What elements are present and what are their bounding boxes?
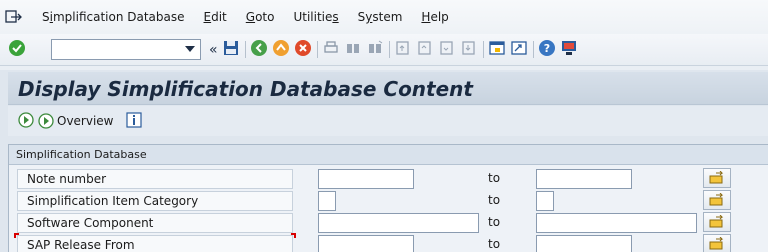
svg-text:?: ? [543, 42, 549, 55]
software-component-to-input[interactable] [536, 213, 697, 233]
required-marker [291, 233, 296, 238]
release-to-input[interactable] [536, 235, 632, 252]
find-next-icon[interactable] [366, 39, 384, 60]
overview-label: Overview [57, 114, 114, 128]
info-icon[interactable] [125, 111, 142, 131]
to-label: to [488, 237, 501, 251]
menu-bar: Simplification Database Edit Goto Utilit… [0, 0, 768, 34]
field-label: Note number [17, 169, 293, 189]
separator [532, 41, 534, 58]
customize-layout-icon[interactable] [560, 39, 578, 60]
to-label: to [488, 171, 501, 185]
overview-button[interactable]: Overview [38, 113, 114, 129]
multiple-selection-icon [709, 215, 724, 228]
field-label: SAP Release From [17, 235, 293, 252]
field-label: Software Component [17, 213, 293, 233]
system-toolbar: « ? [0, 34, 768, 66]
multiple-selection-button[interactable] [703, 168, 731, 188]
exit-menu-icon[interactable] [5, 10, 23, 24]
multiple-selection-button[interactable] [703, 234, 731, 252]
execute-overview-icon [38, 113, 54, 129]
item-category-to-input[interactable] [536, 191, 554, 211]
software-component-from-input[interactable] [318, 213, 479, 233]
chevron-down-icon[interactable] [185, 46, 195, 52]
note-number-from-input[interactable] [318, 169, 414, 189]
print-icon[interactable] [322, 39, 340, 60]
field-label: Simplification Item Category [17, 191, 293, 211]
multiple-selection-icon [709, 193, 724, 206]
separator [388, 41, 390, 58]
command-field[interactable] [51, 39, 201, 60]
multiple-selection-icon [709, 237, 724, 250]
to-label: to [488, 215, 501, 229]
required-marker [14, 233, 19, 238]
separator [482, 41, 484, 58]
release-from-input[interactable] [318, 235, 414, 252]
criteria-row-simplification-item-category: Simplification Item Category to [9, 190, 768, 213]
next-page-icon[interactable] [438, 39, 456, 60]
group-title: Simplification Database [9, 145, 768, 165]
back-icon[interactable] [250, 39, 268, 60]
multiple-selection-button[interactable] [703, 190, 731, 210]
application-toolbar: Overview [8, 106, 768, 136]
execute-icon[interactable] [18, 111, 34, 131]
menu-simplification-database[interactable]: Simplification Database [42, 10, 185, 24]
find-icon[interactable] [344, 39, 362, 60]
prev-page-icon[interactable] [416, 39, 434, 60]
menu-edit[interactable]: Edit [204, 10, 227, 24]
cancel-icon[interactable] [294, 39, 312, 60]
save-icon[interactable] [222, 39, 240, 60]
history-back-icon[interactable]: « [209, 42, 218, 58]
multiple-selection-icon [709, 171, 724, 184]
shortcut-icon[interactable] [510, 39, 528, 60]
criteria-row-note-number: Note number to [9, 168, 768, 191]
help-icon[interactable]: ? [538, 39, 556, 60]
criteria-row-software-component: Software Component to [9, 212, 768, 235]
last-page-icon[interactable] [460, 39, 478, 60]
multiple-selection-button[interactable] [703, 212, 731, 232]
separator [244, 41, 246, 58]
exit-icon[interactable] [272, 39, 290, 60]
separator [316, 41, 318, 58]
to-label: to [488, 193, 501, 207]
menu-goto[interactable]: Goto [246, 10, 275, 24]
page-title: Display Simplification Database Content [18, 77, 473, 101]
first-page-icon[interactable] [394, 39, 412, 60]
menu-utilities[interactable]: Utilities [293, 10, 338, 24]
new-session-icon[interactable] [488, 39, 506, 60]
menu-system[interactable]: System [358, 10, 403, 24]
menu-help[interactable]: Help [421, 10, 448, 24]
criteria-row-sap-release-from: SAP Release From to [9, 233, 768, 252]
note-number-to-input[interactable] [536, 169, 632, 189]
enter-check-icon[interactable] [8, 39, 26, 60]
item-category-from-input[interactable] [318, 191, 336, 211]
